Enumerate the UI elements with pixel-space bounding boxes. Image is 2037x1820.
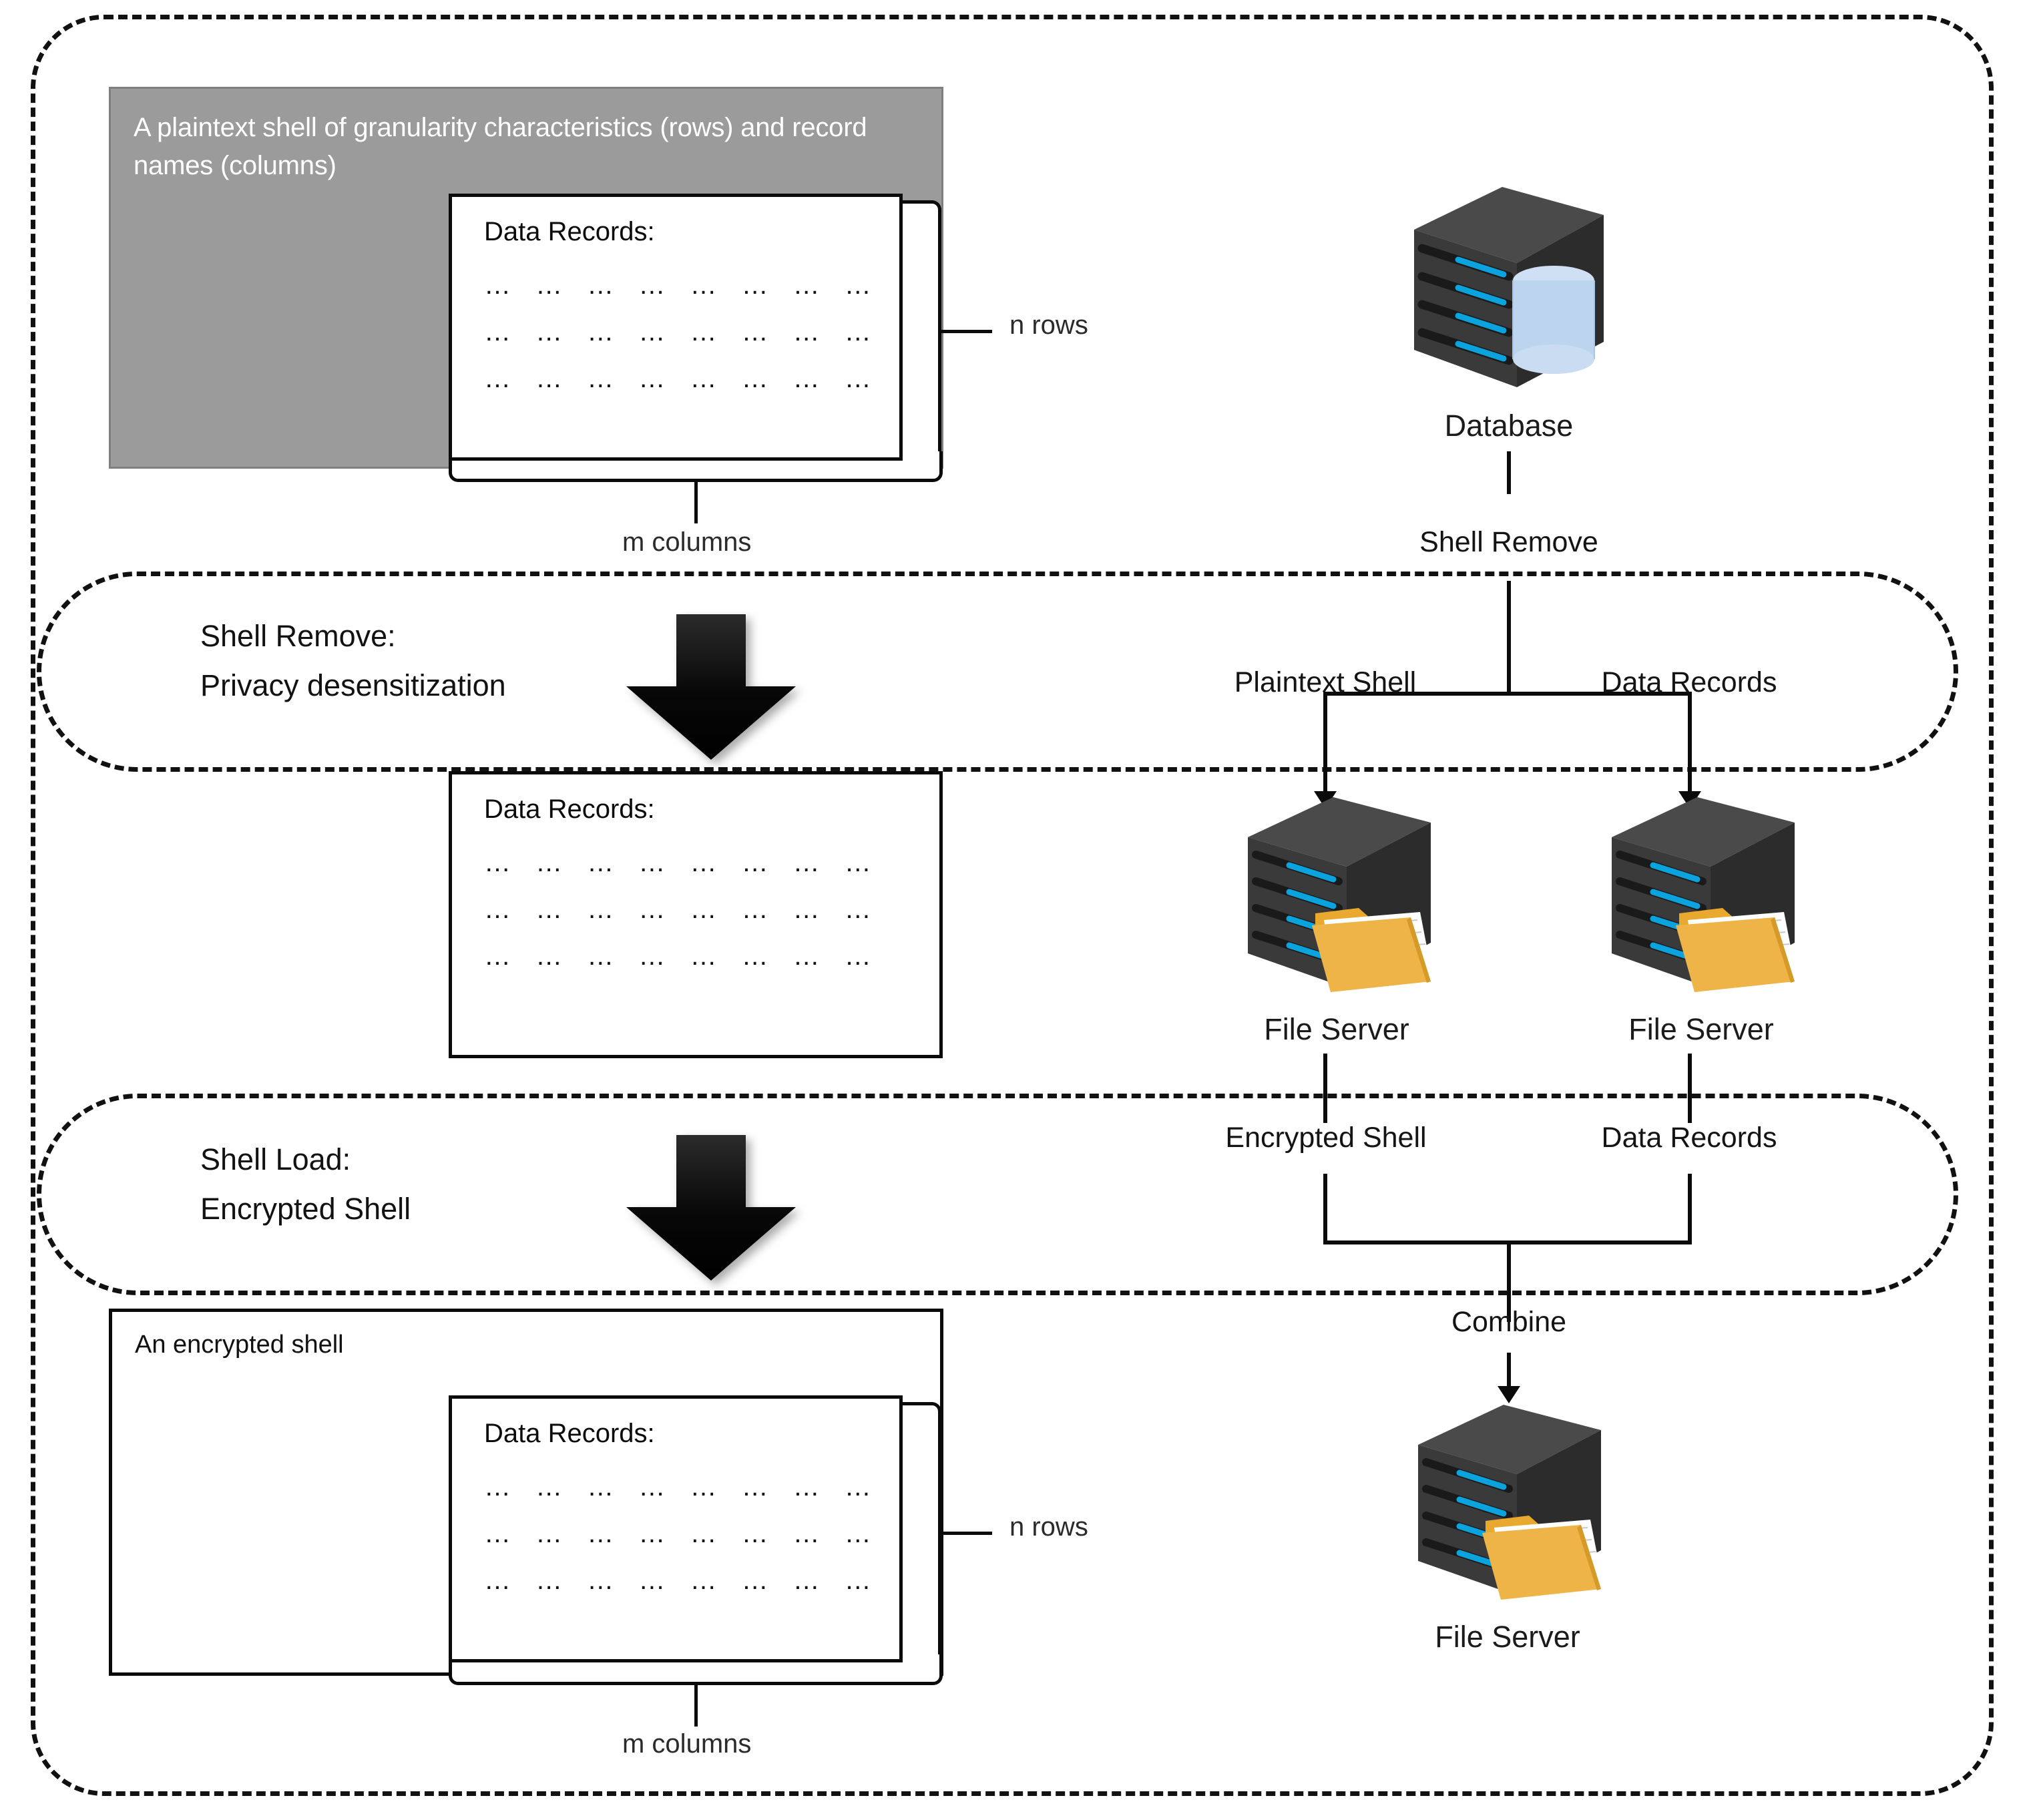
data-records-row: … … … … … … … … bbox=[484, 270, 880, 300]
shell-load-stage-line1: Shell Load: bbox=[200, 1142, 351, 1176]
file-server-icon-svg bbox=[1418, 1405, 1601, 1600]
diagram-canvas: A plaintext shell of granularity charact… bbox=[0, 0, 2037, 1820]
shell-remove-down-arrow bbox=[621, 614, 801, 761]
data-records-box-middle: Data Records: … … … … … … … … … … … … … … bbox=[449, 771, 943, 1058]
file-server-icon-right bbox=[1602, 788, 1803, 1001]
shell-remove-stage-line1: Shell Remove: bbox=[200, 619, 396, 653]
database-server-icon bbox=[1402, 175, 1616, 395]
down-arrow-svg bbox=[626, 614, 796, 760]
shell-remove-stage-line2: Privacy desensitization bbox=[200, 668, 506, 703]
database-icon-svg bbox=[1414, 187, 1604, 387]
data-records-title-middle: Data Records: bbox=[484, 794, 655, 824]
data-records-box-bottom: Data Records: … … … … … … … … … … … … … … bbox=[449, 1395, 903, 1662]
shell-remove-stage-label: Shell Remove: Privacy desensitization bbox=[200, 612, 506, 711]
shell-remove-trunk bbox=[1507, 581, 1511, 694]
encrypted-shell-caption: An encrypted shell bbox=[135, 1331, 344, 1359]
data-records-title-bottom: Data Records: bbox=[484, 1419, 655, 1448]
n-rows-label-bottom: n rows bbox=[1009, 1512, 1088, 1542]
data-records-box-top: Data Records: … … … … … … … … … … … … … … bbox=[449, 194, 903, 461]
data-records-row: … … … … … … … … bbox=[484, 1519, 880, 1548]
file-server-left-caption: File Server bbox=[1264, 1012, 1409, 1046]
data-records-row: … … … … … … … … bbox=[484, 895, 880, 924]
n-rows-label-top: n rows bbox=[1009, 310, 1088, 340]
file-server-icon-svg bbox=[1612, 797, 1795, 992]
data-records-row: … … … … … … … … bbox=[484, 941, 880, 971]
data-records-row: … … … … … … … … bbox=[484, 1472, 880, 1502]
m-columns-label-top: m columns bbox=[622, 527, 752, 557]
n-rows-tick-top bbox=[941, 330, 992, 333]
combine-label: Combine bbox=[1451, 1306, 1567, 1338]
file-server-icon-left bbox=[1238, 788, 1439, 1001]
shell-load-stage-line2: Encrypted Shell bbox=[200, 1192, 411, 1226]
m-columns-tick-bottom bbox=[694, 1685, 698, 1727]
data-records-row: … … … … … … … … bbox=[484, 317, 880, 347]
database-to-shell-remove-line bbox=[1507, 451, 1511, 494]
file-server-combined-caption: File Server bbox=[1435, 1620, 1580, 1654]
plaintext-shell-flow-label: Plaintext Shell bbox=[1234, 666, 1417, 698]
data-records-row: … … … … … … … … bbox=[484, 1566, 880, 1595]
file-server-icon-svg bbox=[1248, 797, 1431, 992]
down-arrow-svg bbox=[626, 1135, 796, 1281]
plaintext-shell-caption: A plaintext shell of granularity charact… bbox=[134, 113, 867, 180]
shell-load-stage-label: Shell Load: Encrypted Shell bbox=[200, 1135, 411, 1234]
m-columns-tick-top bbox=[694, 482, 698, 523]
data-records-row: … … … … … … … … bbox=[484, 364, 880, 393]
data-records-row: … … … … … … … … bbox=[484, 848, 880, 877]
data-records-title-top: Data Records: bbox=[484, 217, 655, 246]
m-columns-label-bottom: m columns bbox=[622, 1729, 752, 1759]
shell-remove-flow-label: Shell Remove bbox=[1419, 526, 1598, 558]
file-server-icon-combined bbox=[1409, 1395, 1609, 1609]
shell-load-down-arrow bbox=[621, 1135, 801, 1282]
file-server-right-caption: File Server bbox=[1628, 1012, 1774, 1046]
data-records-flow-label: Data Records bbox=[1601, 666, 1777, 698]
n-rows-tick-bottom bbox=[941, 1532, 992, 1535]
database-caption: Database bbox=[1444, 409, 1574, 443]
